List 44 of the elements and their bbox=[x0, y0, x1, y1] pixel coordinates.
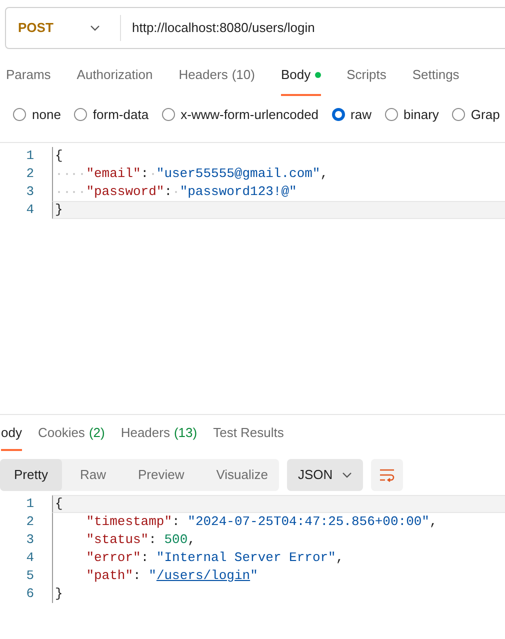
line-number: 2 bbox=[25, 512, 34, 531]
request-tab[interactable]: Body bbox=[280, 65, 321, 96]
line-number: 3 bbox=[25, 530, 34, 549]
line-number: 6 bbox=[25, 584, 34, 603]
request-tab[interactable]: Params bbox=[6, 65, 51, 96]
line-number: 1 bbox=[25, 494, 34, 513]
body-type-radio[interactable]: form-data bbox=[74, 104, 149, 124]
body-type-radio[interactable]: Grap bbox=[452, 104, 500, 124]
line-number: 4 bbox=[25, 201, 34, 220]
code-line: "email": "user55555@gmail.com", bbox=[52, 165, 505, 183]
line-number: 4 bbox=[25, 548, 34, 567]
wrap-lines-icon bbox=[379, 468, 395, 482]
response-tab[interactable]: Test Results bbox=[213, 423, 284, 450]
code-line: "path": "/users/login" bbox=[52, 566, 505, 584]
body-type-radio[interactable]: raw bbox=[332, 104, 372, 124]
url-input[interactable]: http://localhost:8080/users/login bbox=[121, 18, 315, 38]
method-dropdown[interactable]: POST bbox=[6, 15, 121, 41]
view-mode-tab[interactable]: Pretty bbox=[0, 458, 62, 490]
line-number: 2 bbox=[25, 165, 34, 184]
response-tab[interactable]: ody bbox=[1, 423, 22, 450]
request-tab[interactable]: Settings bbox=[412, 65, 460, 96]
request-tab[interactable]: Scripts bbox=[346, 65, 386, 96]
view-mode-tab[interactable]: Preview bbox=[124, 458, 198, 490]
code-line: "status": 500, bbox=[52, 530, 505, 548]
view-mode-tab[interactable]: Visualize bbox=[202, 458, 282, 490]
code-line: } bbox=[52, 584, 505, 602]
response-tab[interactable]: Cookies (2) bbox=[38, 423, 105, 450]
code-line: "timestamp": "2024-07-25T04:47:25.856+00:00", bbox=[52, 512, 505, 530]
chevron-down-icon bbox=[342, 472, 352, 478]
code-line: "error": "Internal Server Error", bbox=[52, 548, 505, 566]
line-number: 5 bbox=[25, 566, 34, 585]
body-type-radio[interactable]: none bbox=[13, 104, 61, 124]
line-number: 3 bbox=[25, 183, 34, 202]
line-number: 1 bbox=[25, 147, 34, 166]
body-type-radio[interactable]: binary bbox=[384, 104, 439, 124]
response-tab[interactable]: Headers (13) bbox=[120, 423, 198, 450]
request-tab[interactable]: Authorization bbox=[76, 65, 153, 96]
body-type-radio[interactable]: x-www-form-urlencoded bbox=[162, 104, 319, 124]
request-tab[interactable]: Headers (10) bbox=[178, 65, 255, 96]
view-mode-tab[interactable]: Raw bbox=[66, 458, 120, 490]
format-dropdown[interactable]: JSON bbox=[287, 458, 363, 490]
wrap-lines-button[interactable] bbox=[371, 458, 403, 490]
chevron-down-icon bbox=[90, 25, 100, 31]
code-line: { bbox=[52, 147, 505, 165]
